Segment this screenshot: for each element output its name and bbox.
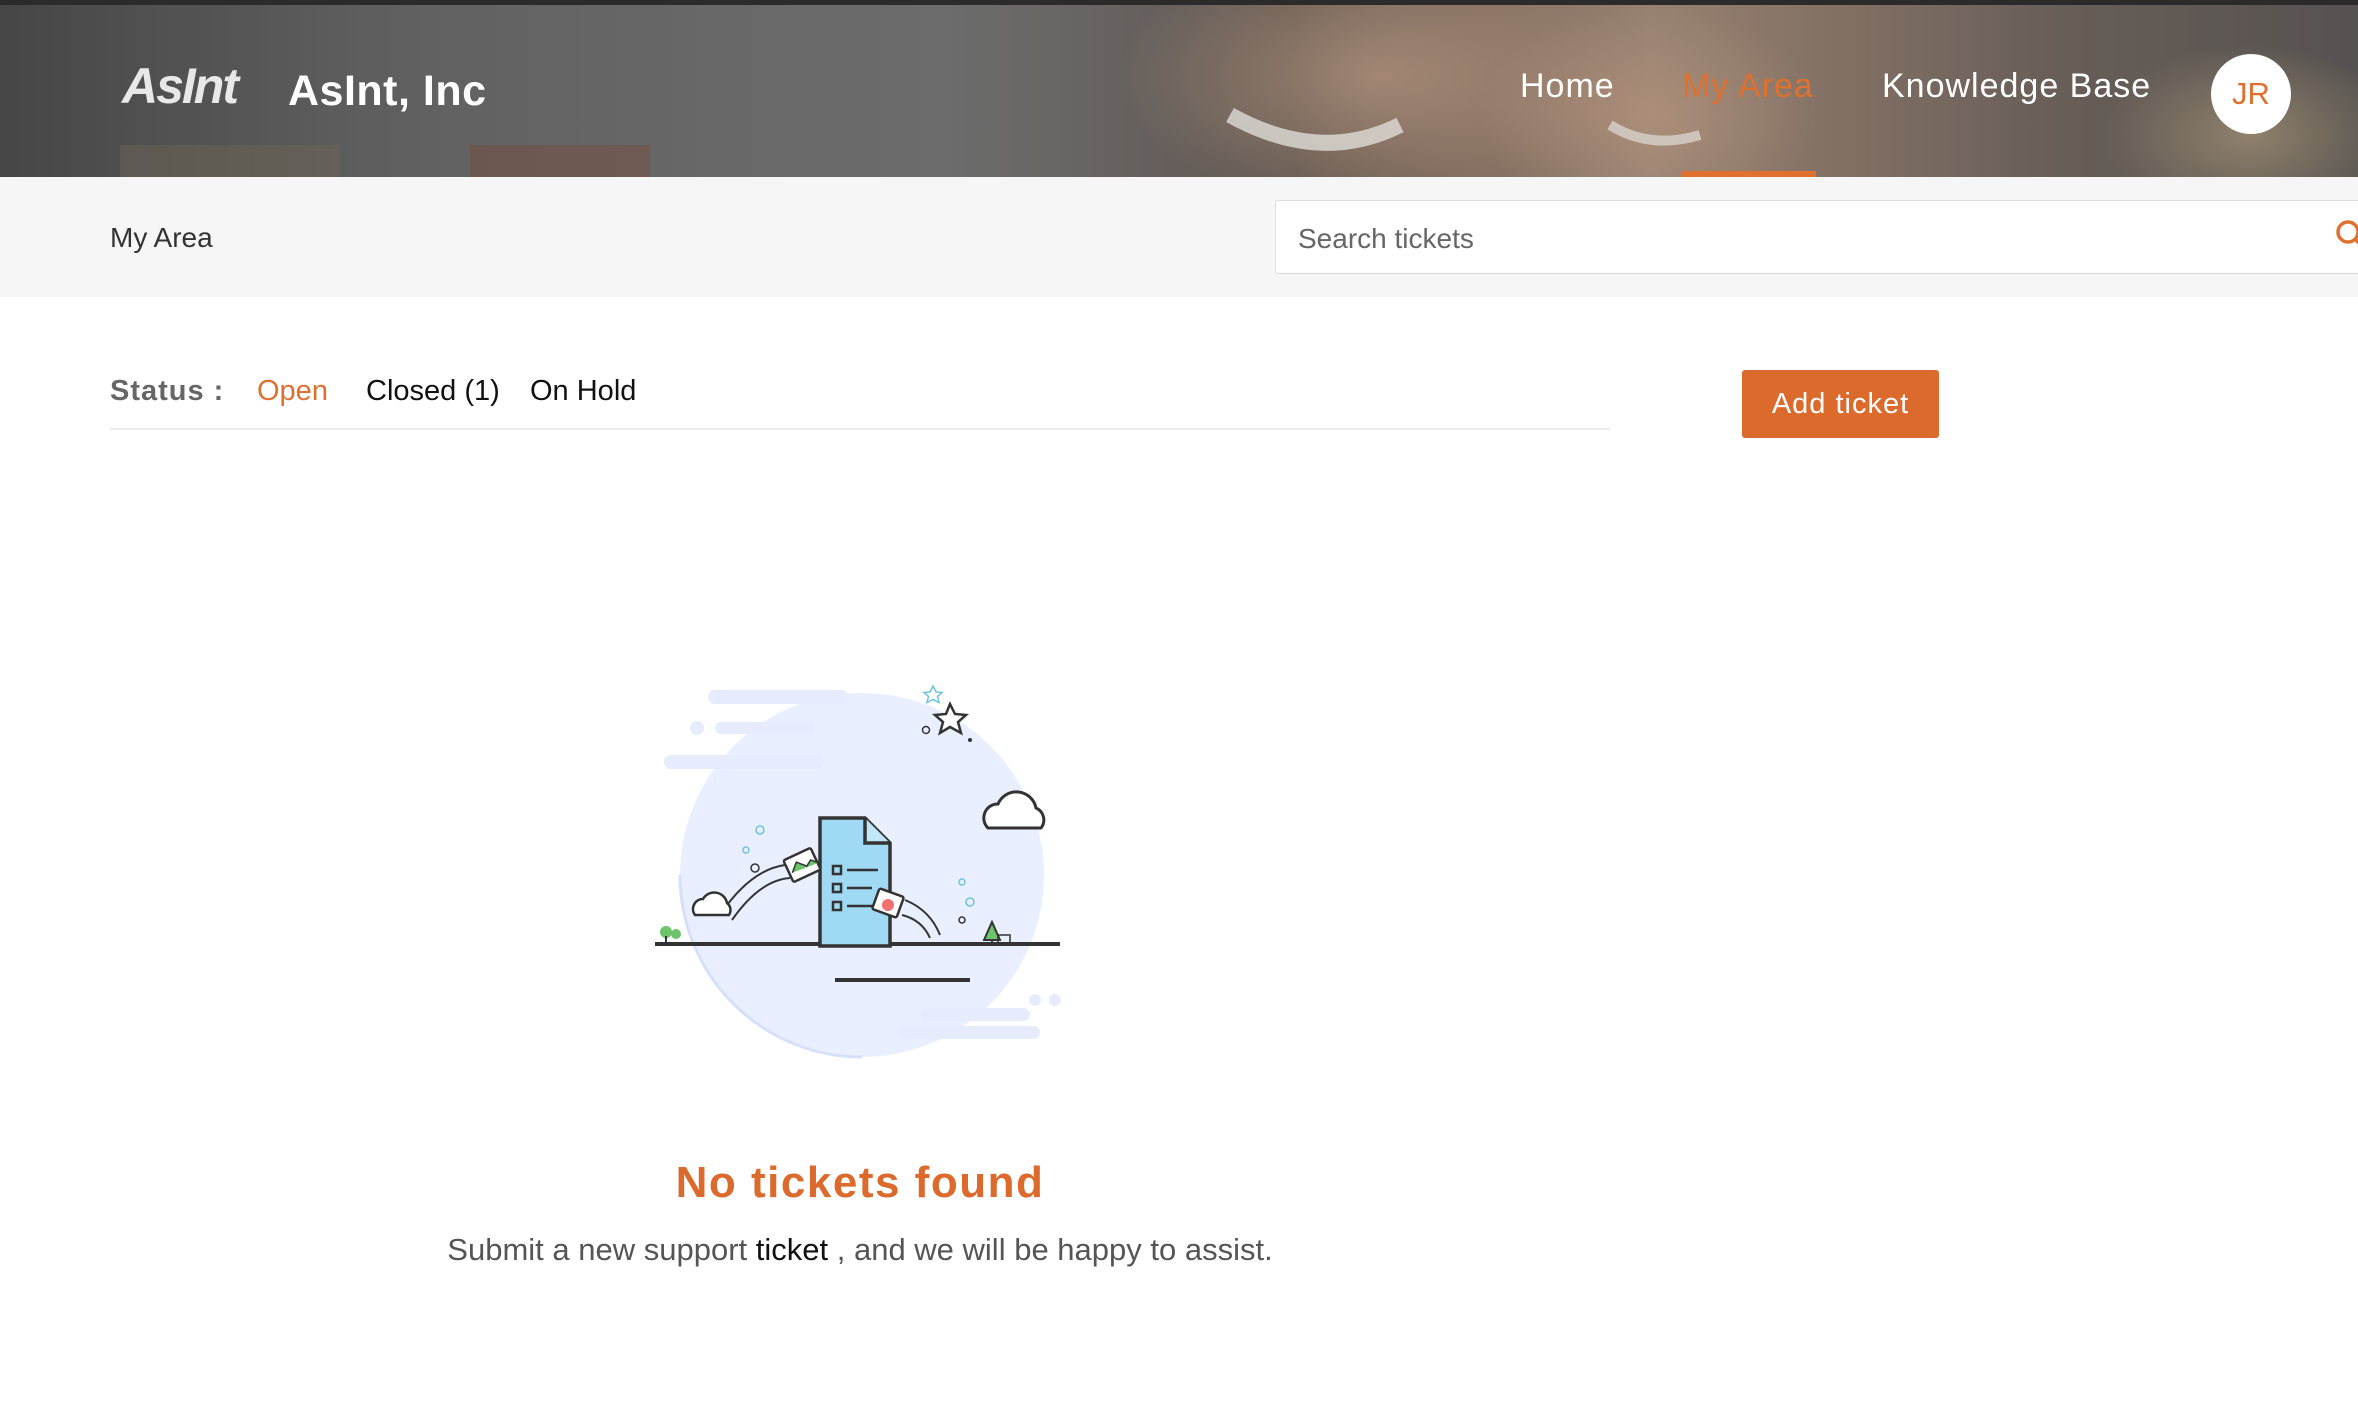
search-box	[1275, 200, 2358, 274]
search-icon[interactable]	[2335, 219, 2358, 249]
empty-ticket-illustration	[655, 684, 1061, 1059]
status-label: Status :	[110, 375, 225, 407]
company-name[interactable]: AsInt, Inc	[288, 67, 487, 116]
add-ticket-button[interactable]: Add ticket	[1742, 370, 1939, 438]
nav-knowledge-base[interactable]: Knowledge Base	[1882, 67, 2151, 106]
site-header: AsInt AsInt, Inc Home My Area Knowledge …	[0, 5, 2358, 177]
status-divider	[110, 428, 1610, 430]
nav-home[interactable]: Home	[1520, 67, 1615, 106]
nav-my-area[interactable]: My Area	[1682, 67, 1814, 106]
company-logo[interactable]: AsInt	[122, 57, 239, 115]
user-avatar[interactable]: JR	[2211, 54, 2291, 134]
search-input[interactable]	[1296, 219, 2280, 259]
empty-state-text-after: , and we will be happy to assist.	[836, 1232, 1273, 1267]
new-ticket-link[interactable]: ticket	[756, 1232, 828, 1267]
tab-closed[interactable]: Closed (1)	[366, 375, 500, 408]
empty-state-text-before: Submit a new support	[447, 1232, 748, 1267]
breadcrumb: My Area	[110, 222, 213, 253]
tab-on-hold[interactable]: On Hold	[530, 375, 636, 408]
empty-state-title: No tickets found	[675, 1158, 1045, 1207]
empty-state-message: Submit a new support ticket , and we wil…	[360, 1232, 1360, 1268]
tab-open[interactable]: Open	[257, 375, 328, 408]
